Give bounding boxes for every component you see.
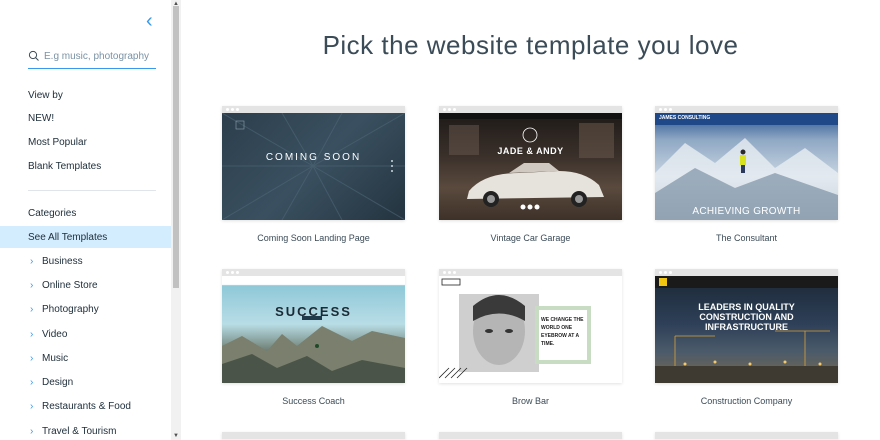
template-name: Brow Bar xyxy=(511,396,549,406)
template-thumbnail[interactable]: SUCCESS xyxy=(222,269,405,383)
sunburst-graphic xyxy=(222,113,405,220)
chevron-right-icon: › xyxy=(30,401,34,412)
template-name: The Consultant xyxy=(715,233,778,243)
sidebar-divider xyxy=(28,190,156,191)
template-name: Coming Soon Landing Page xyxy=(257,233,370,243)
category-label: Photography xyxy=(42,304,99,315)
search-icon xyxy=(28,50,39,61)
chevron-right-icon: › xyxy=(30,256,34,267)
category-label: Travel & Tourism xyxy=(42,426,117,437)
template-headline: LEADERS IN QUALITY CONSTRUCTION AND INFR… xyxy=(698,302,795,332)
category-label: Online Store xyxy=(42,280,98,291)
category-design[interactable]: › Design xyxy=(30,377,73,388)
category-label: Video xyxy=(42,329,68,340)
portrait-graphic xyxy=(439,278,591,379)
template-thumbnail-partial[interactable] xyxy=(222,432,405,440)
collapse-sidebar-icon[interactable]: ‹ xyxy=(146,11,160,31)
template-headline: COMING SOON xyxy=(265,152,362,163)
scrollbar-thumb[interactable] xyxy=(173,6,179,288)
chevron-right-icon: › xyxy=(30,304,34,315)
template-thumbnail[interactable]: COMING SOON xyxy=(222,106,405,220)
view-item-new[interactable]: NEW! xyxy=(28,113,54,124)
category-restaurants-food[interactable]: › Restaurants & Food xyxy=(30,401,131,412)
category-see-all[interactable]: See All Templates xyxy=(28,232,107,243)
search-input[interactable] xyxy=(44,50,154,62)
page-title: Pick the website template you love xyxy=(322,30,739,60)
search-field[interactable] xyxy=(28,44,156,69)
cliff-climber-graphic xyxy=(222,316,405,383)
chevron-right-icon: › xyxy=(30,353,34,364)
view-by-title: View by xyxy=(28,90,63,101)
template-thumbnail[interactable]: JAMES CONSULTING ACHIEVING GROWTH xyxy=(655,106,838,220)
chevron-right-icon: › xyxy=(30,280,34,291)
template-thumbnail-partial[interactable] xyxy=(439,432,622,440)
view-item-blank-templates[interactable]: Blank Templates xyxy=(28,161,101,172)
template-thumbnail[interactable]: JADE & ANDY xyxy=(439,106,622,220)
template-brand: JAMES CONSULTING xyxy=(659,115,711,121)
vintage-car-graphic xyxy=(439,113,622,210)
scroll-down-arrow-icon[interactable]: ▼ xyxy=(172,433,180,439)
category-label: Restaurants & Food xyxy=(42,401,131,412)
category-online-store[interactable]: › Online Store xyxy=(30,280,98,291)
template-thumbnail[interactable]: WE CHANGE THE WORLD ONE EYEBROW AT A TIM… xyxy=(439,269,622,383)
category-photography[interactable]: › Photography xyxy=(30,304,99,315)
template-headline: SUCCESS xyxy=(275,304,352,319)
category-video[interactable]: › Video xyxy=(30,329,67,340)
template-thumbnail-partial[interactable] xyxy=(655,432,838,440)
template-name: Construction Company xyxy=(700,396,793,406)
category-label: Design xyxy=(42,377,74,388)
category-travel-tourism[interactable]: › Travel & Tourism xyxy=(30,426,116,437)
chevron-right-icon: › xyxy=(30,426,34,437)
template-name: Success Coach xyxy=(282,396,345,406)
template-name: Vintage Car Garage xyxy=(490,233,571,243)
template-headline: WE CHANGE THE WORLD ONE EYEBROW AT A TIM… xyxy=(541,317,584,347)
template-headline: ACHIEVING GROWTH xyxy=(692,206,801,217)
sidebar: ‹ View by NEW! Most Popular Blank Templa… xyxy=(0,0,171,440)
category-label: Music xyxy=(42,353,69,364)
category-business[interactable]: › Business xyxy=(30,256,83,267)
template-headline: JADE & ANDY xyxy=(497,146,564,156)
template-thumbnail[interactable]: LEADERS IN QUALITY CONSTRUCTION AND INFR… xyxy=(655,269,838,383)
categories-title: Categories xyxy=(28,208,77,219)
category-label: Business xyxy=(42,256,83,267)
view-item-most-popular[interactable]: Most Popular xyxy=(28,137,87,148)
mountain-climber-graphic xyxy=(655,113,838,220)
chevron-right-icon: › xyxy=(30,329,34,340)
chevron-right-icon: › xyxy=(30,377,34,388)
category-music[interactable]: › Music xyxy=(30,353,68,364)
